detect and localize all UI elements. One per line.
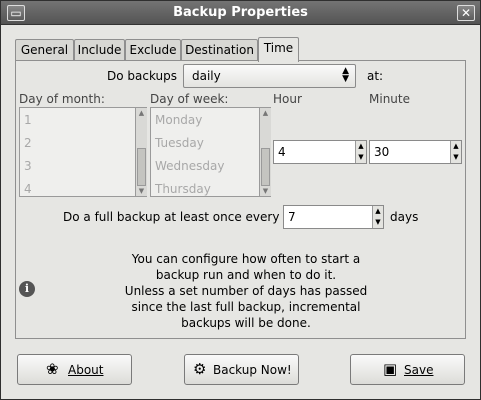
tab-exclude-label: Exclude	[129, 43, 177, 57]
tab-time[interactable]: Time	[258, 37, 299, 62]
increment-icon[interactable]: ▲	[356, 141, 366, 152]
frequency-value: daily	[192, 69, 221, 83]
days-suffix-label: days	[390, 210, 419, 224]
minute-label: Minute	[369, 92, 410, 106]
about-button[interactable]: ❀ About	[17, 354, 132, 385]
save-button[interactable]: ▣ Save	[350, 354, 465, 385]
full-backup-days-spinbutton[interactable]: 7 ▲ ▼	[283, 205, 384, 229]
day-of-week-scrollbar[interactable]: ▲ ▼	[259, 108, 271, 196]
info-line: since the last full backup, incremental	[131, 300, 361, 314]
combo-arrows-icon: ▲ ▼	[342, 66, 349, 84]
list-item[interactable]: 3	[24, 159, 32, 173]
title-bar[interactable]: ▭ Backup Properties ✕	[1, 1, 480, 25]
scroll-up-icon[interactable]: ▲	[260, 108, 271, 118]
close-button[interactable]: ✕	[457, 5, 475, 21]
minute-stepper[interactable]: ▲ ▼	[450, 141, 461, 163]
gears-icon: ⚙	[193, 360, 207, 378]
tab-include[interactable]: Include	[74, 39, 125, 61]
hour-spinbutton[interactable]: 4 ▲ ▼	[273, 140, 367, 164]
tab-include-label: Include	[77, 43, 122, 57]
backup-now-button[interactable]: ⚙ Backup Now!	[184, 354, 299, 385]
info-line: You can configure how often to start a	[131, 252, 361, 266]
list-item[interactable]: Wednesday	[155, 159, 224, 173]
tab-general-label: General	[20, 43, 69, 57]
hour-label: Hour	[273, 92, 302, 106]
increment-icon[interactable]: ▲	[451, 141, 461, 152]
scroll-up-icon[interactable]: ▲	[136, 108, 147, 118]
full-backup-days-value: 7	[288, 210, 296, 224]
info-line: backup run and when to do it.	[155, 268, 337, 282]
close-icon: ✕	[460, 6, 472, 20]
tab-time-label: Time	[263, 41, 294, 55]
window-title: Backup Properties	[173, 5, 308, 20]
scrollbar-thumb[interactable]	[261, 148, 270, 186]
floppy-disk-icon: ▣	[383, 360, 398, 378]
backup-properties-window: ▭ Backup Properties ✕ General Include Ex…	[0, 0, 481, 400]
day-of-week-label: Day of week:	[150, 92, 229, 106]
info-text: You can configure how often to start a b…	[101, 251, 391, 331]
decrement-icon[interactable]: ▼	[451, 152, 461, 163]
list-item[interactable]: 1	[24, 113, 32, 127]
full-backup-prefix-label: Do a full backup at least once every	[63, 210, 280, 224]
minute-value: 30	[374, 145, 390, 159]
tab-destination[interactable]: Destination	[181, 39, 258, 61]
decrement-icon[interactable]: ▼	[356, 152, 366, 163]
info-line: Unless a set number of days has passed	[124, 284, 368, 298]
info-line: backups will be done.	[181, 316, 311, 330]
tab-exclude[interactable]: Exclude	[125, 39, 181, 61]
day-of-month-scrollbar[interactable]: ▲ ▼	[135, 108, 147, 196]
decrement-icon[interactable]: ▼	[373, 217, 383, 228]
minute-spinbutton[interactable]: 30 ▲ ▼	[369, 140, 462, 164]
do-backups-label: Do backups	[107, 69, 178, 83]
frequency-combo[interactable]: daily ▲ ▼	[183, 64, 356, 88]
list-item[interactable]: 4	[24, 182, 32, 196]
scroll-down-icon[interactable]: ▼	[136, 186, 147, 196]
backup-now-button-label: Backup Now!	[213, 363, 292, 377]
scrollbar-thumb[interactable]	[137, 148, 146, 186]
increment-icon[interactable]: ▲	[373, 206, 383, 217]
at-label: at:	[367, 69, 384, 83]
list-item[interactable]: Tuesday	[155, 136, 204, 150]
about-icon: ❀	[46, 360, 59, 378]
hour-stepper[interactable]: ▲ ▼	[355, 141, 366, 163]
day-of-week-list[interactable]: Monday Tuesday Wednesday Thursday ▲ ▼	[150, 107, 271, 197]
info-icon: i	[19, 281, 35, 297]
about-button-label: About	[68, 363, 104, 377]
list-item[interactable]: 2	[24, 136, 32, 150]
days-stepper[interactable]: ▲ ▼	[372, 206, 383, 228]
list-item[interactable]: Monday	[155, 113, 202, 127]
tab-destination-label: Destination	[185, 43, 254, 57]
list-item[interactable]: Thursday	[155, 182, 211, 196]
tab-general[interactable]: General	[15, 39, 74, 61]
hour-value: 4	[278, 145, 286, 159]
day-of-month-label: Day of month:	[19, 92, 105, 106]
scroll-down-icon[interactable]: ▼	[260, 186, 271, 196]
save-button-label: Save	[404, 363, 434, 377]
day-of-month-list[interactable]: 1 2 3 4 ▲ ▼	[19, 107, 147, 197]
